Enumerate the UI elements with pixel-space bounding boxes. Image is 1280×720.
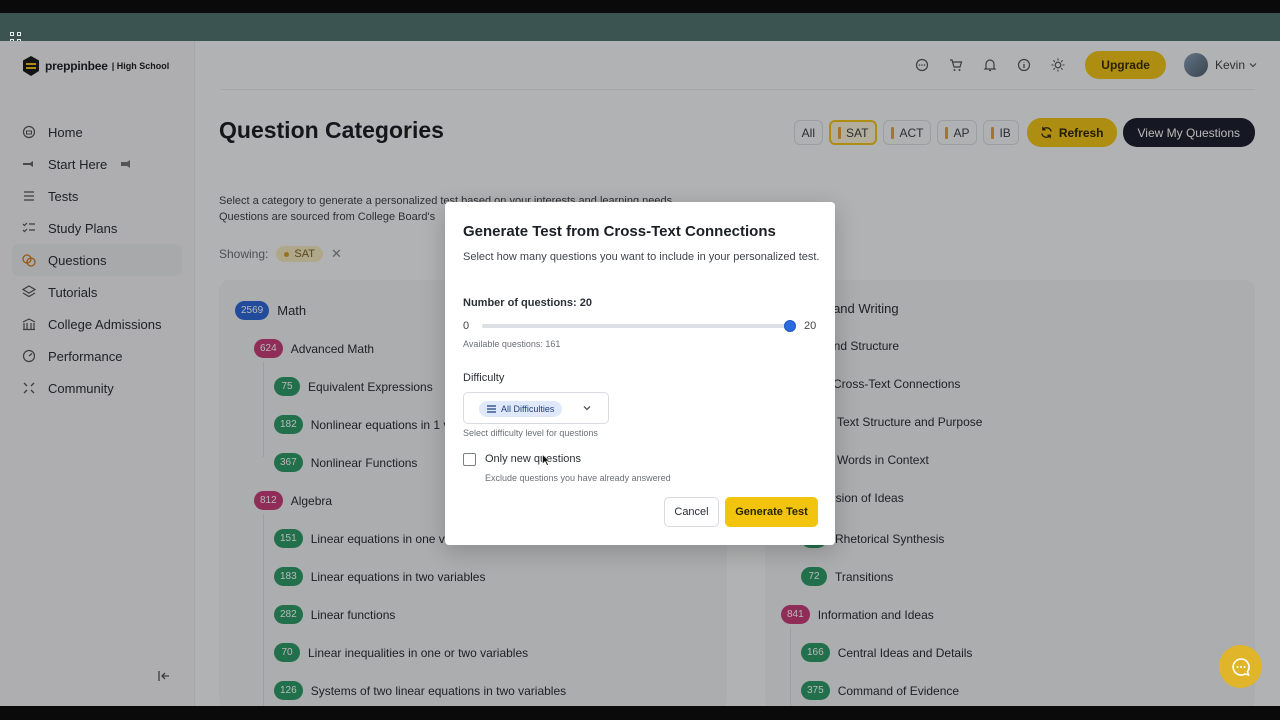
- os-toolbar: [0, 13, 1280, 43]
- difficulty-value: All Difficulties: [501, 404, 555, 414]
- question-count-slider[interactable]: [482, 320, 796, 332]
- cancel-button[interactable]: Cancel: [664, 497, 719, 527]
- mouse-cursor-icon: [542, 454, 550, 466]
- only-new-checkbox[interactable]: [463, 453, 476, 466]
- chevron-down-icon: [583, 406, 591, 411]
- screen-bottom-edge: [0, 706, 1280, 720]
- slider-min-label: 0: [463, 320, 470, 332]
- list-icon: [487, 405, 496, 413]
- dialog-title: Generate Test from Cross-Text Connection…: [463, 223, 776, 240]
- slider-max-label: 20: [804, 320, 817, 332]
- generate-test-button[interactable]: Generate Test: [725, 497, 818, 527]
- chat-bubble-icon: [1231, 657, 1250, 676]
- generate-test-dialog: Generate Test from Cross-Text Connection…: [445, 202, 835, 545]
- screen-top-edge: [0, 0, 1280, 13]
- only-new-label[interactable]: Only new questions: [485, 453, 581, 465]
- difficulty-select[interactable]: All Difficulties: [463, 392, 609, 424]
- question-count-label: Number of questions: 20: [463, 297, 592, 309]
- difficulty-help-text: Select difficulty level for questions: [463, 428, 598, 438]
- support-chat-button[interactable]: [1219, 645, 1262, 688]
- slider-thumb[interactable]: [784, 320, 796, 332]
- dialog-description: Select how many questions you want to in…: [463, 251, 820, 263]
- available-questions-text: Available questions: 161: [463, 339, 561, 349]
- difficulty-tag: All Difficulties: [479, 401, 563, 417]
- difficulty-label: Difficulty: [463, 372, 505, 384]
- only-new-help-text: Exclude questions you have already answe…: [485, 473, 671, 483]
